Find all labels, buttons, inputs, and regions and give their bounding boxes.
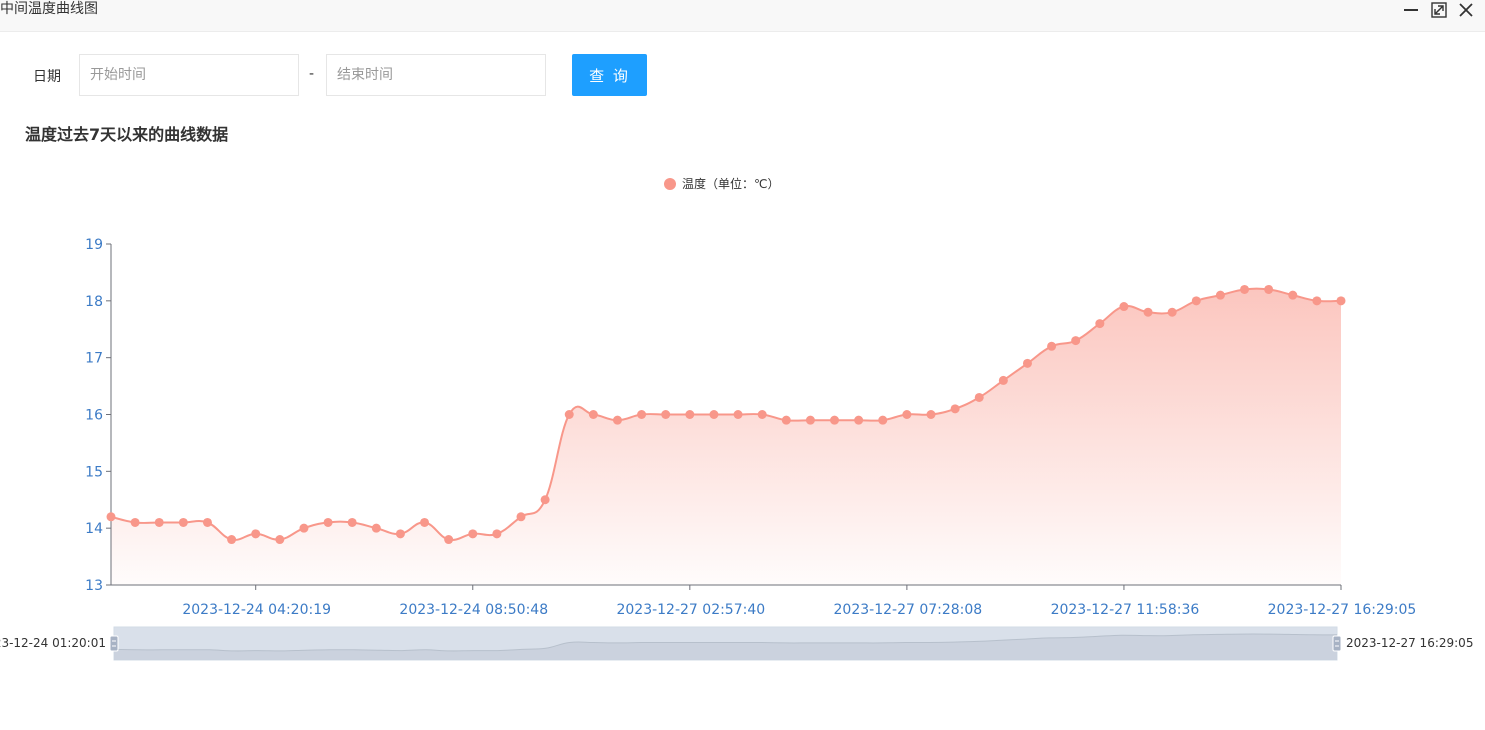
data-point[interactable] [733, 410, 743, 419]
data-point[interactable] [612, 415, 622, 425]
data-point[interactable] [395, 529, 405, 539]
data-point[interactable] [130, 517, 140, 527]
zoom-start-label: 2023-12-24 01:20:01 [0, 636, 106, 650]
data-point[interactable] [637, 410, 647, 419]
data-point[interactable] [251, 529, 261, 539]
data-point[interactable] [1095, 319, 1105, 329]
data-point[interactable] [1264, 284, 1274, 294]
data-point[interactable] [227, 535, 237, 545]
data-point[interactable] [347, 517, 357, 527]
x-tick-label: 2023-12-24 04:20:19 [182, 602, 331, 618]
series-area [111, 288, 1341, 585]
y-tick-label: 16 [85, 408, 103, 424]
temperature-chart: 温度（单位：℃） 13 14 15 16 17 18 19 2023-12-24 04:20:… [0, 176, 1473, 661]
y-tick-label: 15 [85, 464, 103, 480]
x-tick-label: 2023-12-27 02:57:40 [616, 602, 765, 618]
legend-label: 温度（单位：℃） [682, 176, 779, 191]
window-titlebar: 库中间温度曲线图 [0, 0, 1485, 32]
data-point[interactable] [1312, 296, 1322, 306]
data-point[interactable] [564, 410, 574, 419]
data-point[interactable] [998, 375, 1008, 385]
data-point[interactable] [1071, 336, 1081, 346]
data-point[interactable] [902, 410, 912, 419]
data-point[interactable] [1288, 290, 1298, 300]
x-tick-label: 2023-12-27 16:29:05 [1268, 602, 1417, 618]
data-point[interactable] [444, 535, 454, 545]
data-point[interactable] [1215, 290, 1225, 300]
maximize-icon[interactable] [1430, 2, 1448, 18]
data-point[interactable] [371, 523, 381, 533]
data-point[interactable] [178, 517, 188, 527]
end-date-input[interactable] [326, 54, 546, 96]
y-tick-label: 13 [85, 578, 103, 594]
zoom-handle-left[interactable] [109, 635, 119, 652]
x-tick-label: 2023-12-24 08:50:48 [399, 602, 548, 618]
data-point[interactable] [588, 410, 598, 419]
data-point[interactable] [781, 415, 791, 425]
data-point[interactable] [757, 410, 767, 419]
data-point[interactable] [1022, 358, 1032, 368]
data-point[interactable] [974, 392, 984, 402]
data-point[interactable] [275, 535, 285, 545]
data-point[interactable] [468, 529, 478, 539]
zoom-end-label: 2023-12-27 16:29:05 [1346, 636, 1473, 650]
data-point[interactable] [878, 415, 888, 425]
data-point[interactable] [805, 415, 815, 425]
window-title: 库中间温度曲线图 [0, 1, 98, 17]
data-point[interactable] [1191, 296, 1201, 306]
y-tick-label: 14 [85, 521, 103, 537]
y-tick-label: 18 [85, 294, 103, 310]
start-date-input[interactable] [79, 54, 299, 96]
data-point[interactable] [1336, 296, 1346, 306]
zoom-handle-right[interactable] [1332, 635, 1342, 652]
data-point[interactable] [661, 410, 671, 419]
data-point[interactable] [154, 517, 164, 527]
data-point[interactable] [202, 517, 212, 527]
data-point[interactable] [854, 415, 864, 425]
data-point[interactable] [516, 512, 526, 522]
data-point[interactable] [540, 495, 550, 505]
data-point[interactable] [1240, 284, 1250, 294]
y-tick-label: 19 [85, 237, 103, 253]
x-tick-label: 2023-12-27 07:28:08 [834, 602, 983, 618]
legend-marker [664, 178, 676, 190]
section-title: 温度过去7天以来的曲线数据 [25, 125, 229, 144]
data-point[interactable] [323, 517, 333, 527]
close-icon[interactable] [1457, 2, 1475, 18]
data-point[interactable] [1119, 302, 1129, 312]
x-tick-label: 2023-12-27 11:58:36 [1051, 602, 1200, 618]
data-point[interactable] [685, 410, 695, 419]
data-point[interactable] [106, 512, 116, 522]
data-point[interactable] [950, 404, 960, 414]
legend[interactable]: 温度（单位：℃） [664, 176, 779, 191]
query-button[interactable]: 查 询 [572, 54, 647, 96]
data-point[interactable] [299, 523, 309, 533]
data-point[interactable] [1143, 307, 1153, 317]
data-point[interactable] [420, 517, 430, 527]
date-label: 日期 [33, 69, 61, 85]
data-zoom-slider[interactable]: 2023-12-24 01:20:01 2023-12-27 16:29:05 [0, 626, 1473, 661]
date-separator: - [309, 66, 315, 82]
data-point[interactable] [492, 529, 502, 539]
y-tick-label: 17 [85, 351, 103, 367]
data-point[interactable] [1167, 307, 1177, 317]
data-point[interactable] [1047, 341, 1057, 351]
minimize-icon[interactable] [1402, 2, 1420, 18]
data-point[interactable] [926, 410, 936, 419]
data-point[interactable] [709, 410, 719, 419]
data-point[interactable] [830, 415, 840, 425]
